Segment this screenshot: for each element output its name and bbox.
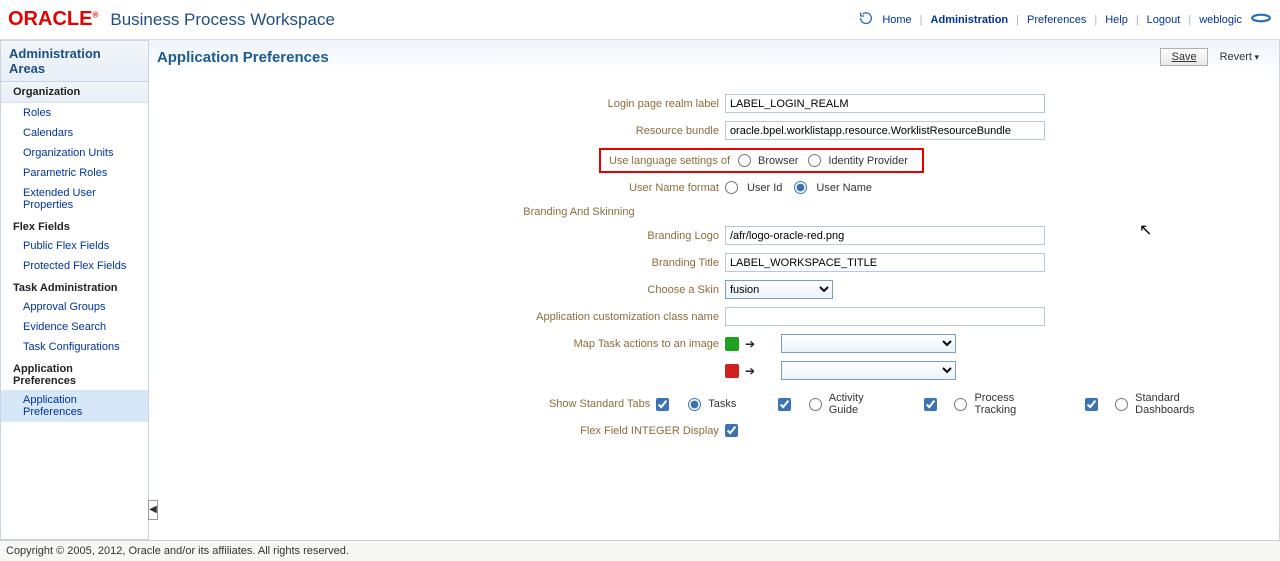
branding-title-label: Branding Title [169, 257, 719, 269]
language-settings-label: Use language settings of [609, 155, 730, 167]
map-task-label: Map Task actions to an image [169, 338, 719, 350]
arrow-icon: ➔ [745, 364, 755, 378]
branding-logo-label: Branding Logo [169, 230, 719, 242]
nav-help[interactable]: Help [1103, 14, 1130, 26]
map-red-icon[interactable] [725, 364, 739, 378]
std-dashboards-radio[interactable] [1115, 398, 1128, 411]
sidebar-item-task-config[interactable]: Task Configurations [1, 337, 148, 357]
flex-int-label: Flex Field INTEGER Display [169, 425, 719, 437]
sidebar-section-organization: Organization [1, 82, 148, 103]
nav-sep: | [1136, 14, 1139, 26]
sidebar-item-org-units[interactable]: Organization Units [1, 143, 148, 163]
branding-heading: Branding And Skinning [409, 206, 749, 218]
sidebar-item-calendars[interactable]: Calendars [1, 123, 148, 143]
nav-administration[interactable]: Administration [929, 14, 1011, 26]
nav-sep: | [1016, 14, 1019, 26]
map-red-select[interactable] [781, 361, 956, 380]
sidebar-section-flex: Flex Fields [1, 215, 148, 236]
nav-logout[interactable]: Logout [1145, 14, 1183, 26]
activity-guide-radio[interactable] [809, 398, 822, 411]
sidebar-item-extended-user-props[interactable]: Extended User Properties [1, 183, 148, 215]
flex-int-checkbox[interactable] [725, 424, 738, 437]
skin-select[interactable]: fusion [725, 280, 833, 299]
branding-title-input[interactable] [725, 253, 1045, 272]
sidebar-item-roles[interactable]: Roles [1, 103, 148, 123]
login-realm-input[interactable] [725, 94, 1045, 113]
sidebar-section-app-prefs: Application Preferences [1, 357, 148, 390]
nav-preferences[interactable]: Preferences [1025, 14, 1088, 26]
nav-sep: | [1094, 14, 1097, 26]
app-title: Business Process Workspace [110, 10, 335, 30]
oracle-logo: ORACLE® [8, 8, 98, 31]
username-radio[interactable] [794, 181, 807, 194]
sidebar-item-public-flex[interactable]: Public Flex Fields [1, 236, 148, 256]
activity-guide-checkbox[interactable] [778, 398, 791, 411]
username-format-label: User Name format [169, 182, 719, 194]
refresh-icon[interactable] [858, 10, 874, 29]
sidebar-item-approval-groups[interactable]: Approval Groups [1, 297, 148, 317]
custom-class-input[interactable] [725, 307, 1045, 326]
activity-guide-label: Activity Guide [829, 392, 882, 416]
tasks-checkbox[interactable] [656, 398, 669, 411]
sidebar-collapse-handle[interactable]: ◀ [148, 500, 158, 520]
sidebar-item-evidence-search[interactable]: Evidence Search [1, 317, 148, 337]
tasks-radio[interactable] [688, 398, 701, 411]
language-browser-radio[interactable] [738, 154, 751, 167]
language-idp-label: Identity Provider [828, 155, 907, 167]
resource-bundle-input[interactable] [725, 121, 1045, 140]
userid-radio[interactable] [725, 181, 738, 194]
custom-class-label: Application customization class name [169, 311, 719, 323]
map-green-select[interactable] [781, 334, 956, 353]
nav-sep: | [1188, 14, 1191, 26]
resource-bundle-label: Resource bundle [169, 125, 719, 137]
standard-tabs-label: Show Standard Tabs [169, 398, 650, 410]
footer-copyright: Copyright © 2005, 2012, Oracle and/or it… [0, 540, 1280, 561]
page-title: Application Preferences [157, 49, 329, 66]
sidebar-header: Administration Areas [1, 41, 148, 82]
sidebar-item-protected-flex[interactable]: Protected Flex Fields [1, 256, 148, 276]
language-browser-label: Browser [758, 155, 798, 167]
std-dashboards-label: Standard Dashboards [1135, 392, 1223, 416]
arrow-icon: ➔ [745, 337, 755, 351]
sidebar: Administration Areas Organization Roles … [0, 40, 149, 540]
language-idp-radio[interactable] [808, 154, 821, 167]
login-realm-label: Login page realm label [169, 98, 719, 110]
map-green-icon[interactable] [725, 337, 739, 351]
username-label: User Name [816, 182, 872, 194]
sidebar-item-app-prefs[interactable]: Application Preferences [1, 390, 148, 422]
nav-sep: | [920, 14, 923, 26]
nav-home[interactable]: Home [880, 14, 913, 26]
tasks-label: Tasks [708, 398, 736, 410]
brand-bubble-icon [1250, 11, 1272, 28]
process-tracking-checkbox[interactable] [924, 398, 937, 411]
sidebar-item-parametric-roles[interactable]: Parametric Roles [1, 163, 148, 183]
process-tracking-radio[interactable] [954, 398, 967, 411]
sidebar-section-task-admin: Task Administration [1, 276, 148, 297]
nav-user[interactable]: weblogic [1197, 14, 1244, 26]
save-button[interactable]: Save [1160, 48, 1207, 66]
language-settings-highlight: Use language settings of Browser Identit… [599, 148, 924, 173]
skin-label: Choose a Skin [169, 284, 719, 296]
userid-label: User Id [747, 182, 782, 194]
process-tracking-label: Process Tracking [974, 392, 1042, 416]
std-dashboards-checkbox[interactable] [1085, 398, 1098, 411]
branding-logo-input[interactable] [725, 226, 1045, 245]
revert-button[interactable]: Revert [1216, 49, 1263, 65]
